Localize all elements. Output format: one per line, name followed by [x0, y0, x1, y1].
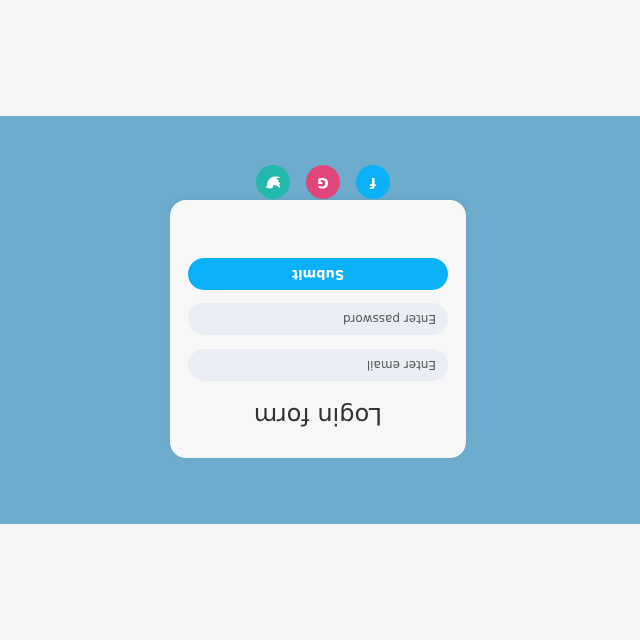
login-card: Login form Submit: [170, 200, 466, 458]
twitter-bird-icon: [265, 176, 281, 189]
password-field[interactable]: [188, 303, 448, 335]
google-button[interactable]: G: [306, 165, 340, 199]
email-field[interactable]: [188, 349, 448, 381]
page: Login form Submit f G: [0, 0, 640, 640]
facebook-button[interactable]: f: [356, 165, 390, 199]
submit-button[interactable]: Submit: [188, 258, 448, 290]
google-icon: G: [317, 174, 329, 190]
facebook-icon: f: [369, 174, 377, 190]
form-title: Login form: [253, 402, 383, 430]
social-login-row: f G: [0, 163, 640, 199]
twitter-button[interactable]: [256, 165, 290, 199]
